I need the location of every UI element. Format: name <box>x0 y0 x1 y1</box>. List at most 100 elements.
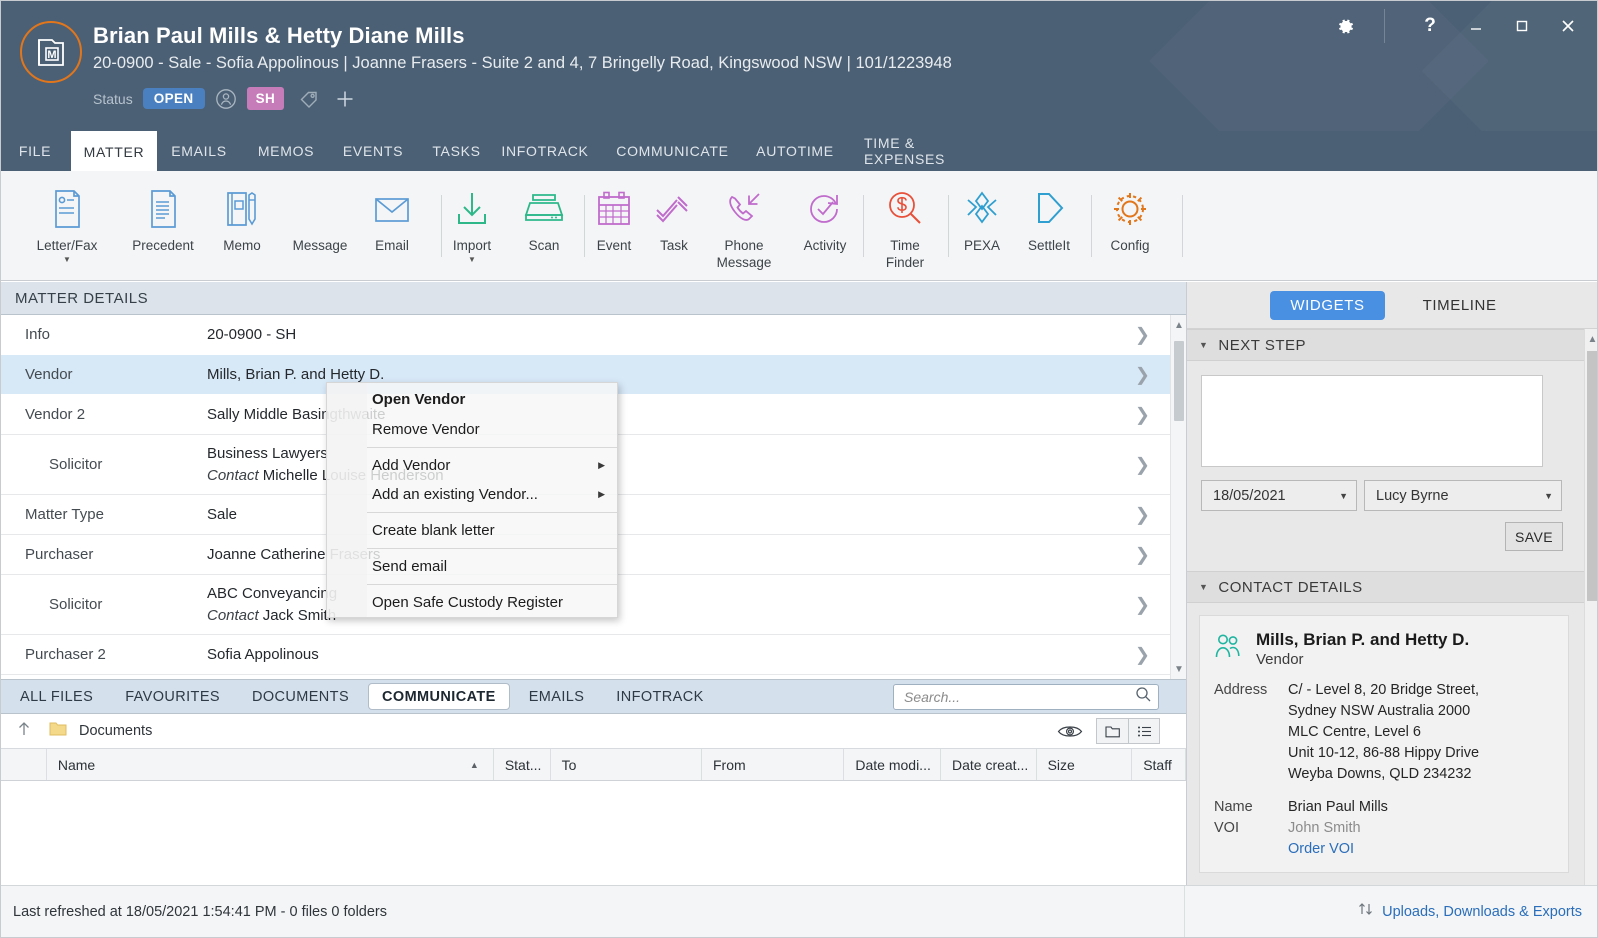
chevron-right-icon[interactable]: ❯ <box>1135 324 1150 345</box>
main-tab-infotrack[interactable]: INFOTRACK <box>490 131 600 171</box>
chevron-down-icon[interactable]: ▼ <box>1339 491 1348 501</box>
next-step-date-select[interactable]: 18/05/2021 ▼ <box>1201 480 1357 511</box>
next-step-staff-select[interactable]: Lucy Byrne ▼ <box>1364 480 1562 511</box>
file-column-header-stat[interactable]: Stat... <box>494 749 551 780</box>
chevron-down-icon[interactable]: ▼ <box>1199 582 1208 592</box>
chevron-right-icon[interactable]: ❯ <box>1135 454 1150 475</box>
chevron-right-icon[interactable]: ❯ <box>1135 404 1150 425</box>
right-panel-tab-widgets[interactable]: WIDGETS <box>1270 290 1385 320</box>
minimize-button[interactable] <box>1453 2 1499 50</box>
voi-values: John Smith Order VOI <box>1288 818 1361 860</box>
main-tab-tasks[interactable]: TASKS <box>420 131 493 171</box>
context-menu-item-remove-vendor[interactable]: Remove Vendor <box>327 415 617 444</box>
file-column-header-size[interactable]: Size <box>1037 749 1133 780</box>
scroll-down-arrow[interactable]: ▼ <box>1171 659 1186 679</box>
breadcrumb-label[interactable]: Documents <box>79 723 152 739</box>
files-tab-documents[interactable]: DOCUMENTS <box>239 683 362 710</box>
chevron-right-icon[interactable]: ❯ <box>1135 504 1150 525</box>
file-column-header-date-creat[interactable]: Date creat... <box>941 749 1037 780</box>
ribbon-button-settleit[interactable]: SettleIt <box>1006 181 1092 254</box>
main-tab-time-expenses[interactable]: TIME & EXPENSES <box>850 131 994 171</box>
maximize-button[interactable] <box>1499 2 1545 50</box>
main-tab-memos[interactable]: MEMOS <box>244 131 328 171</box>
person-circle-icon[interactable] <box>215 88 237 110</box>
chevron-right-icon[interactable]: ▶ <box>598 460 605 471</box>
chevron-right-icon[interactable]: ▶ <box>598 489 605 500</box>
chevron-down-icon[interactable]: ▼ <box>1199 340 1208 350</box>
chevron-down-icon[interactable]: ▼ <box>63 255 71 265</box>
scrollbar-thumb[interactable] <box>1174 341 1184 421</box>
ribbon-button-email[interactable]: Email <box>349 181 435 254</box>
help-button[interactable]: ? <box>1407 2 1453 50</box>
context-menu-item-open-vendor[interactable]: Open Vendor <box>327 383 617 415</box>
ribbon-button-phone-message[interactable]: Phone Message <box>701 181 787 271</box>
ribbon-button-memo[interactable]: Memo <box>199 181 285 254</box>
save-button[interactable]: SAVE <box>1505 522 1563 551</box>
next-step-note-input[interactable] <box>1201 375 1543 467</box>
upload-download-arrows-icon[interactable] <box>1357 901 1375 922</box>
context-menu-item-add-an-existing-vendor[interactable]: Add an existing Vendor... ▶ <box>327 480 617 509</box>
contact-details-section-header[interactable]: ▼ CONTACT DETAILS <box>1187 571 1585 603</box>
list-view-icon[interactable] <box>1128 718 1160 744</box>
folder-view-icon[interactable] <box>1096 718 1128 744</box>
main-tab-matter[interactable]: MATTER <box>71 131 157 172</box>
staff-initials-badge[interactable]: SH <box>246 87 285 110</box>
file-column-header-name[interactable]: Name ▲ <box>47 749 494 780</box>
matter-detail-row[interactable]: Purchaser 2 Sofia Appolinous ❯ <box>1 635 1186 675</box>
main-tab-emails[interactable]: EMAILS <box>159 131 239 171</box>
file-column-header-to[interactable]: To <box>551 749 702 780</box>
close-button[interactable] <box>1545 2 1591 50</box>
file-column-header-date-modi[interactable]: Date modi... <box>844 749 941 780</box>
scroll-up-arrow[interactable]: ▲ <box>1585 329 1597 349</box>
up-arrow-icon[interactable] <box>11 720 33 743</box>
ribbon-button-letter-fax[interactable]: Letter/Fax ▼ <box>24 181 110 265</box>
context-menu-item-send-email[interactable]: Send email <box>327 552 617 581</box>
files-tab-infotrack[interactable]: INFOTRACK <box>603 683 716 710</box>
file-search-box[interactable] <box>893 684 1159 710</box>
ribbon-button-config[interactable]: Config <box>1087 181 1173 254</box>
files-tab-all-files[interactable]: ALL FILES <box>7 683 106 710</box>
ribbon-button-time-finder[interactable]: Time Finder <box>862 181 948 271</box>
gear-icon[interactable] <box>1322 2 1368 50</box>
eye-preview-icon[interactable] <box>1052 723 1088 740</box>
file-column-header-from[interactable]: From <box>702 749 845 780</box>
chevron-down-icon[interactable]: ▼ <box>1544 491 1553 501</box>
ribbon-button-activity[interactable]: Activity <box>782 181 868 254</box>
next-step-section-header[interactable]: ▼ NEXT STEP <box>1187 329 1585 361</box>
search-input[interactable] <box>904 689 1135 705</box>
scrollbar-thumb[interactable] <box>1587 351 1597 601</box>
scroll-up-arrow[interactable]: ▲ <box>1171 315 1186 335</box>
right-panel-tab-timeline[interactable]: TIMELINE <box>1403 291 1517 320</box>
chevron-down-icon[interactable]: ▼ <box>468 255 476 265</box>
matter-detail-row[interactable]: Info 20-0900 - SH ❯ <box>1 315 1186 355</box>
files-tab-emails[interactable]: EMAILS <box>516 683 598 710</box>
chevron-right-icon[interactable]: ❯ <box>1135 544 1150 565</box>
status-badge[interactable]: OPEN <box>142 88 205 109</box>
add-plus-icon[interactable] <box>334 88 356 110</box>
ribbon-button-label: Message <box>292 238 348 253</box>
main-tab-autotime[interactable]: AUTOTIME <box>745 131 845 171</box>
main-tab-file[interactable]: FILE <box>9 131 61 171</box>
chevron-right-icon[interactable]: ❯ <box>1135 594 1150 615</box>
tag-icon[interactable] <box>298 88 320 110</box>
search-icon[interactable] <box>1135 686 1152 708</box>
chevron-right-icon[interactable]: ❯ <box>1135 364 1150 385</box>
main-tab-events[interactable]: EVENTS <box>331 131 415 171</box>
files-tab-communicate[interactable]: COMMUNICATE <box>368 683 510 710</box>
sort-ascending-icon[interactable]: ▲ <box>470 760 479 770</box>
file-column-header-staff[interactable]: Staff <box>1132 749 1187 780</box>
context-menu-item-create-blank-letter[interactable]: Create blank letter <box>327 516 617 545</box>
main-tab-communicate[interactable]: COMMUNICATE <box>602 131 743 171</box>
files-tab-favourites[interactable]: FAVOURITES <box>112 683 233 710</box>
right-panel-scrollbar[interactable]: ▲ ▼ <box>1584 329 1597 902</box>
matter-detail-value: Sofia Appolinous <box>207 645 319 663</box>
ribbon-button-precedent[interactable]: Precedent <box>120 181 206 254</box>
vendor-context-menu[interactable]: Open Vendor Remove Vendor Add Vendor ▶ Add a… <box>326 382 618 618</box>
context-menu-item-add-vendor[interactable]: Add Vendor ▶ <box>327 451 617 480</box>
order-voi-link[interactable]: Order VOI <box>1288 839 1361 860</box>
uploads-downloads-exports-link[interactable]: Uploads, Downloads & Exports <box>1382 904 1582 920</box>
context-menu-item-open-safe-custody-register[interactable]: Open Safe Custody Register <box>327 588 617 617</box>
ribbon-button-label: Scan <box>528 238 560 253</box>
matter-details-scrollbar[interactable]: ▲ ▼ <box>1170 315 1186 679</box>
chevron-right-icon[interactable]: ❯ <box>1135 644 1150 665</box>
